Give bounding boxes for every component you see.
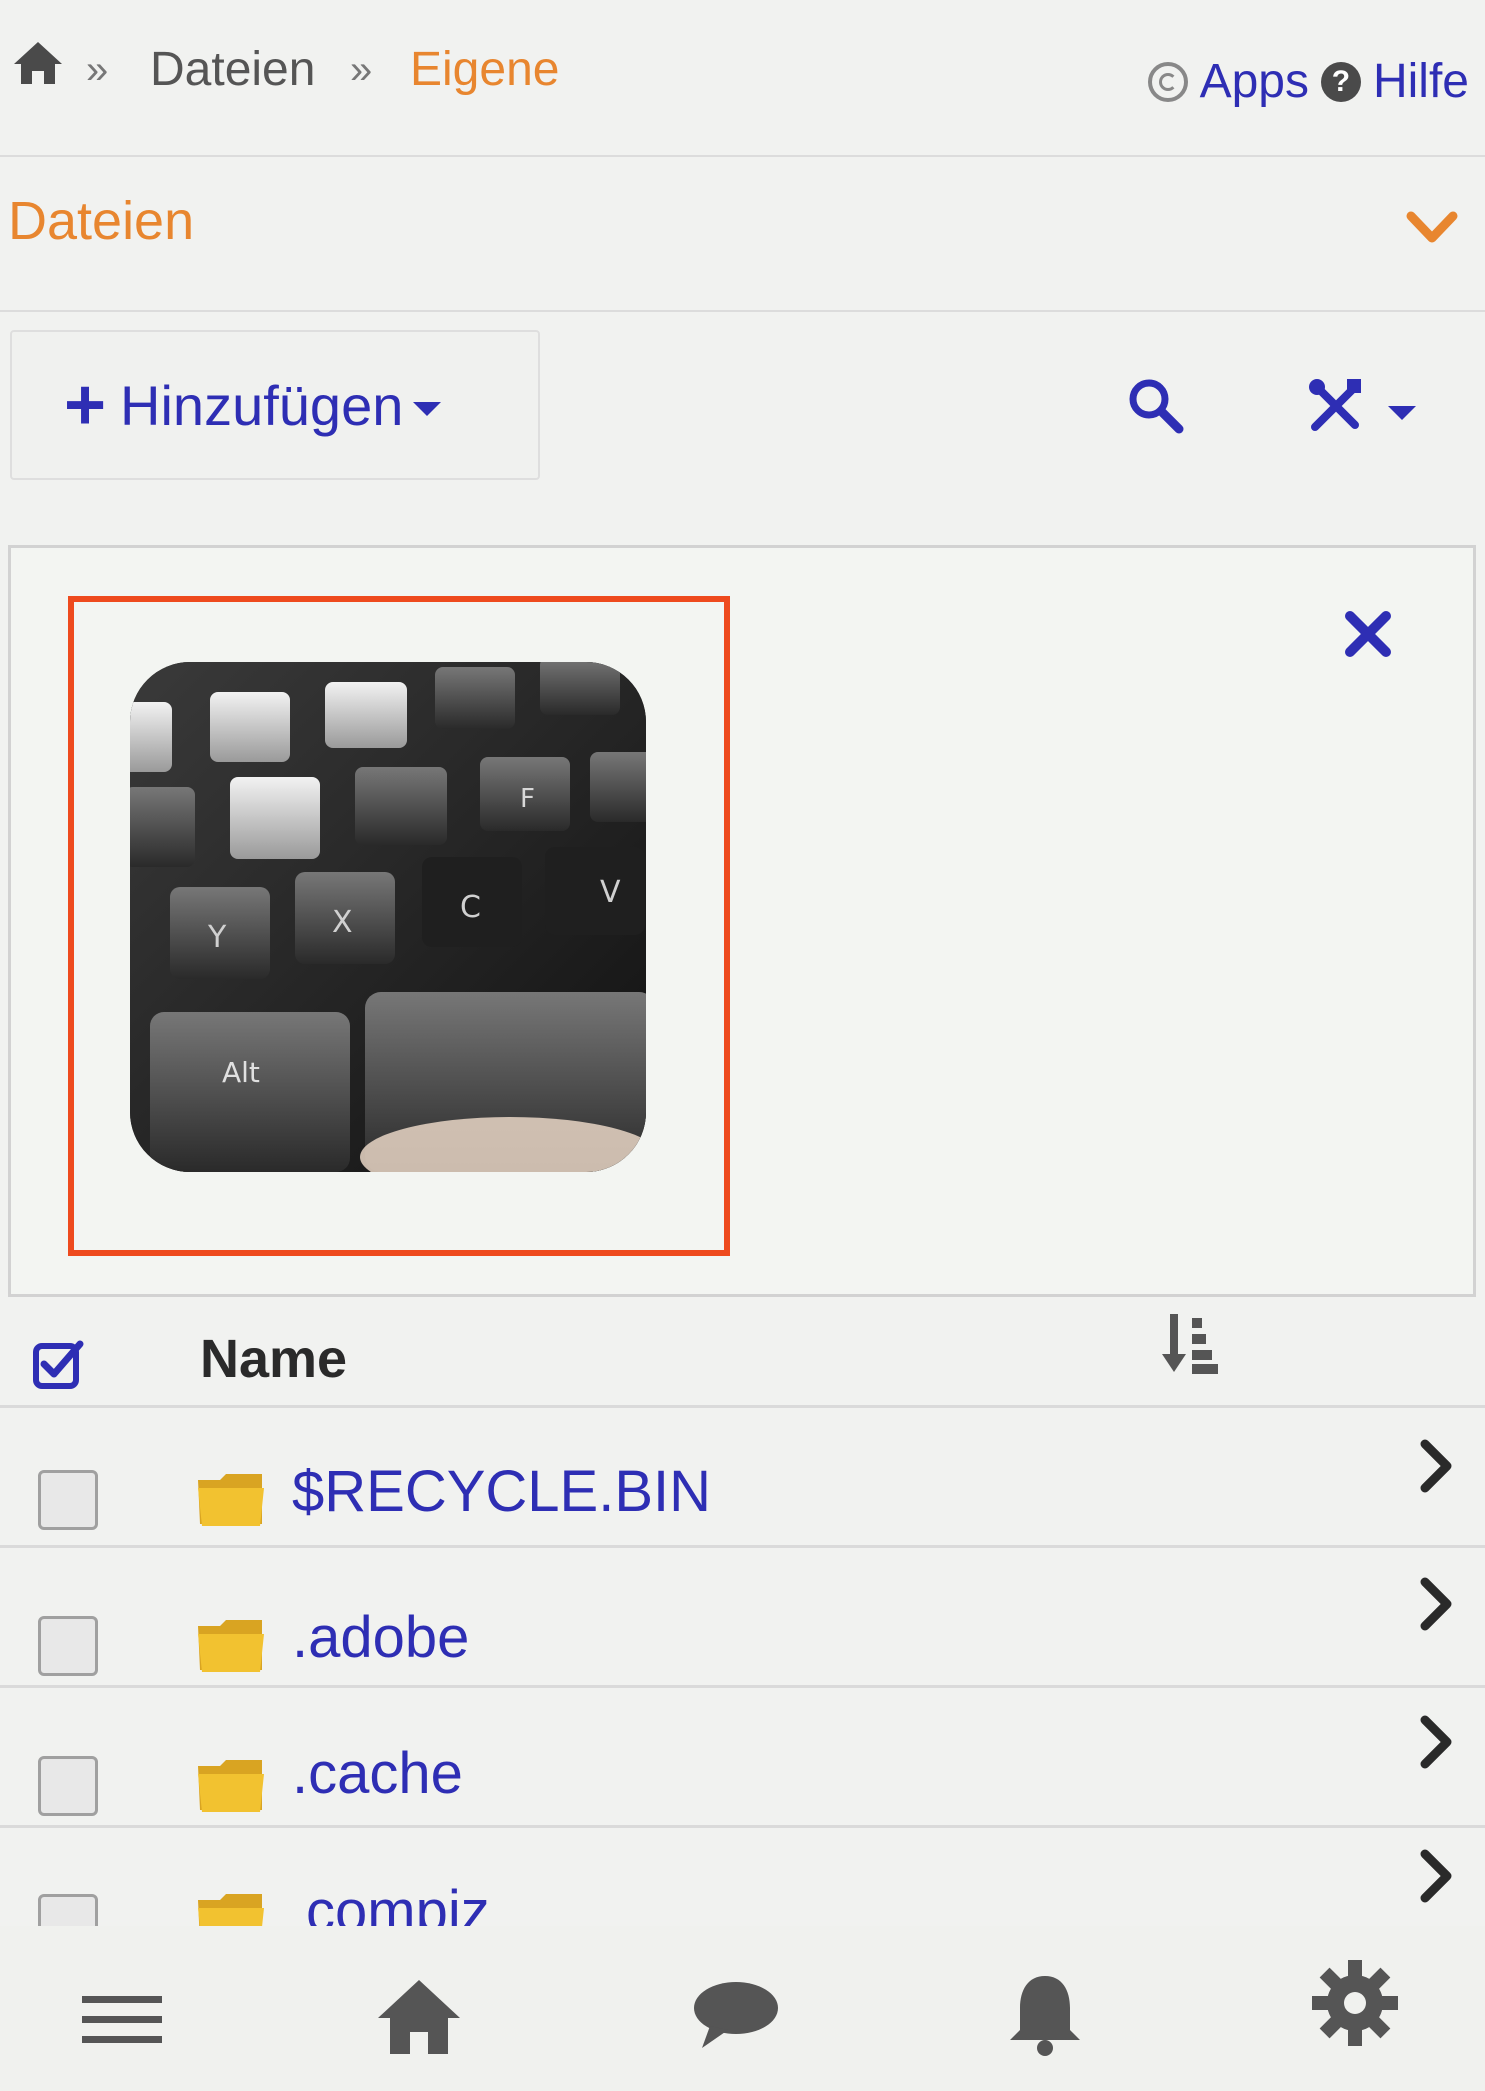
row-checkbox[interactable]	[38, 1894, 98, 1926]
breadcrumb-item-dateien[interactable]: Dateien	[150, 42, 315, 97]
home-icon[interactable]	[12, 38, 64, 86]
top-links: Apps ? Hilfe	[1147, 54, 1469, 109]
plus-icon: +	[64, 365, 107, 445]
folder-icon	[198, 1894, 264, 1926]
chevron-down-icon[interactable]	[1405, 208, 1459, 248]
breadcrumb-separator: »	[86, 48, 109, 92]
caret-down-icon[interactable]	[1388, 406, 1416, 420]
row-checkbox[interactable]	[38, 1470, 98, 1530]
gear-icon[interactable]	[1310, 1958, 1400, 2048]
caret-down-icon	[413, 402, 442, 416]
selection-highlight	[68, 596, 730, 1256]
table-row[interactable]: .cache	[0, 1688, 1485, 1828]
chevron-right-icon[interactable]	[1417, 1438, 1457, 1494]
breadcrumb-bar: » Dateien » Eigene Apps ? Hilfe	[0, 0, 1485, 157]
apps-icon	[1147, 61, 1188, 102]
help-icon: ?	[1320, 61, 1361, 102]
select-all-icon[interactable]	[32, 1338, 86, 1392]
row-name[interactable]: .cache	[292, 1740, 463, 1807]
menu-icon[interactable]	[78, 1968, 168, 2058]
row-name[interactable]: .adobe	[292, 1604, 469, 1671]
chat-icon[interactable]	[690, 1968, 780, 2058]
folder-icon	[198, 1760, 264, 1812]
add-button-label: Hinzufügen	[120, 373, 404, 437]
row-name[interactable]: compiz	[306, 1878, 490, 1926]
table-row[interactable]: $RECYCLE.BIN	[0, 1408, 1485, 1548]
divider	[0, 310, 1485, 312]
chevron-right-icon[interactable]	[1417, 1576, 1457, 1632]
folder-icon	[198, 1474, 264, 1526]
chevron-right-icon[interactable]	[1417, 1714, 1457, 1770]
table-row[interactable]: compiz	[0, 1828, 1485, 1926]
close-icon[interactable]	[1340, 606, 1396, 662]
row-name[interactable]: $RECYCLE.BIN	[292, 1458, 711, 1525]
tools-icon[interactable]	[1305, 375, 1365, 435]
sort-icon[interactable]	[1160, 1310, 1220, 1376]
folder-icon	[198, 1620, 264, 1672]
bottom-nav	[0, 1926, 1485, 2091]
help-link[interactable]: Hilfe	[1373, 54, 1469, 109]
bell-icon[interactable]	[1000, 1968, 1090, 2058]
column-header-name[interactable]: Name	[200, 1328, 347, 1390]
row-checkbox[interactable]	[38, 1756, 98, 1816]
add-button[interactable]: + Hinzufügen	[10, 330, 540, 480]
home-icon[interactable]	[374, 1968, 464, 2058]
table-row[interactable]: .adobe	[0, 1548, 1485, 1688]
chevron-right-icon[interactable]	[1417, 1848, 1457, 1904]
search-icon[interactable]	[1125, 375, 1185, 435]
breadcrumb-item-eigene[interactable]: Eigene	[410, 42, 559, 97]
breadcrumb-separator: »	[350, 48, 373, 92]
section-title[interactable]: Dateien	[8, 190, 194, 252]
apps-link[interactable]: Apps	[1200, 54, 1309, 109]
row-checkbox[interactable]	[38, 1616, 98, 1676]
